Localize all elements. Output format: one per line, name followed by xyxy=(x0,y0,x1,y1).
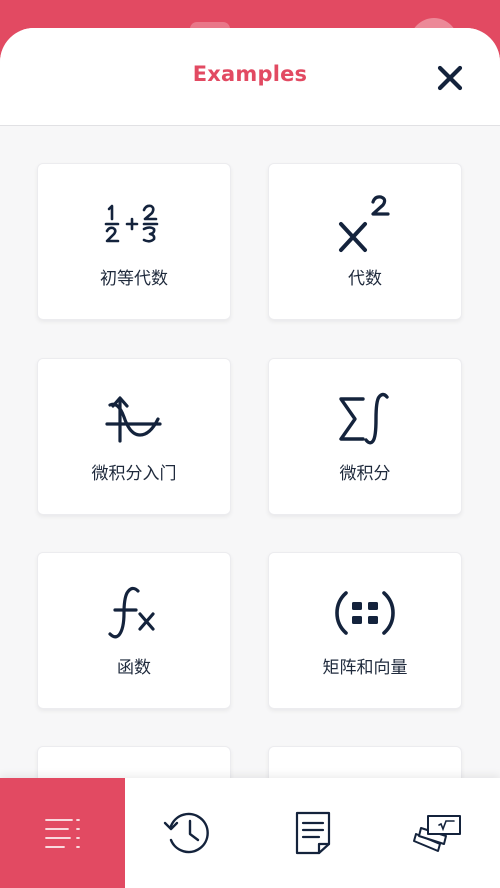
flashcards-icon xyxy=(412,815,461,852)
category-label: 初等代数 xyxy=(100,269,168,289)
history-clock-icon xyxy=(163,812,209,854)
sheet-header: Examples xyxy=(0,28,500,126)
category-card-functions[interactable]: 函数 xyxy=(37,552,231,709)
bottom-tab-bar xyxy=(0,778,500,888)
category-label: 函数 xyxy=(117,658,151,678)
category-card-calculus[interactable]: 微积分 xyxy=(268,358,462,515)
fx-icon xyxy=(108,586,155,639)
tab-flashcards[interactable] xyxy=(375,778,500,888)
category-card-intro-calculus[interactable]: 微积分入门 xyxy=(37,358,231,515)
notes-document-icon xyxy=(295,811,330,855)
function-graph-icon xyxy=(105,396,162,443)
examples-sheet: Examples 初等代数 代数 微积分入门 微积分 函数 矩阵和向量 xyxy=(0,28,500,778)
category-card-matrices-vectors[interactable]: 矩阵和向量 xyxy=(268,552,462,709)
close-button[interactable] xyxy=(431,59,469,97)
category-card-elementary-algebra[interactable]: 初等代数 xyxy=(37,163,231,320)
category-card-partial-left[interactable] xyxy=(37,746,231,778)
category-label: 矩阵和向量 xyxy=(322,658,408,678)
category-card-partial-right[interactable] xyxy=(268,746,462,778)
close-icon xyxy=(437,65,463,91)
tab-history[interactable] xyxy=(125,778,250,888)
tab-examples[interactable] xyxy=(0,778,125,888)
sum-integral-icon xyxy=(339,392,389,445)
category-card-algebra[interactable]: 代数 xyxy=(268,163,462,320)
matrix-icon xyxy=(335,591,395,635)
category-label: 微积分入门 xyxy=(91,464,177,484)
category-label: 微积分 xyxy=(339,464,391,484)
x-squared-icon xyxy=(339,195,390,252)
tab-notes[interactable] xyxy=(250,778,375,888)
sheet-title: Examples xyxy=(192,62,308,86)
examples-list-icon xyxy=(44,819,80,848)
category-label: 代数 xyxy=(348,269,382,289)
fraction-addition-icon xyxy=(104,204,159,243)
